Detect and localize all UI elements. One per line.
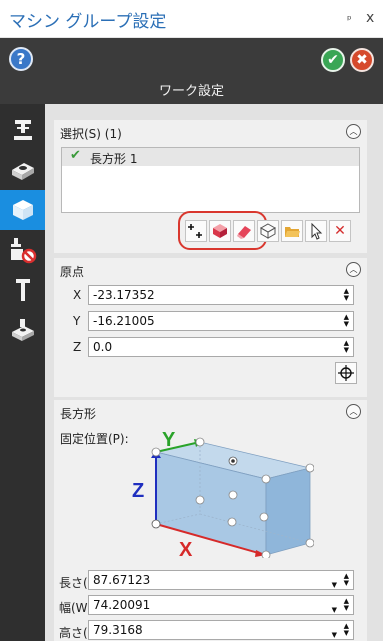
axis-label-x: X	[179, 539, 193, 558]
width-value: 74.20091	[93, 598, 151, 612]
open-folder-button[interactable]	[281, 220, 303, 242]
origin-y-label: Y	[73, 314, 81, 328]
width-field[interactable]: 74.20091 ▼ ▲ ▼	[88, 595, 354, 615]
eraser-icon	[237, 226, 251, 239]
origin-z-value: 0.0	[93, 340, 113, 354]
origin-z-field[interactable]: 0.0 ▲ ▼	[88, 337, 354, 357]
selection-header: 選択(S) (1)	[60, 127, 122, 141]
spinner-icon[interactable]: ▲ ▼	[344, 340, 349, 354]
remove-icon: ✕	[334, 223, 346, 239]
vertical-scrollbar[interactable]	[373, 120, 383, 641]
rail-item-stock[interactable]	[0, 150, 45, 190]
fixed-position-label: 固定位置(P):	[60, 432, 129, 446]
wireframe-box-button[interactable]	[257, 220, 279, 242]
close-icon[interactable]: x	[366, 10, 374, 26]
wireframe-box-icon	[259, 223, 277, 239]
selection-list[interactable]: ✔ 長方形 1	[61, 147, 360, 213]
solid-select-button[interactable]	[209, 220, 231, 242]
length-field[interactable]: 87.67123 ▼ ▲ ▼	[88, 570, 354, 590]
pin-icon[interactable]: ᵖ	[347, 13, 352, 26]
chevron-up-icon[interactable]: ︿	[346, 124, 361, 139]
spinner-icon[interactable]: ▲ ▼	[344, 623, 349, 637]
crosshair-icon	[338, 365, 354, 381]
eraser-button[interactable]	[233, 220, 255, 242]
chevron-down-icon[interactable]: ▼	[332, 576, 337, 594]
origin-x-value: -23.17352	[93, 288, 155, 302]
spinner-icon[interactable]: ▲ ▼	[344, 288, 349, 302]
spinner-icon[interactable]: ▲ ▼	[344, 598, 349, 612]
rectangle-header: 長方形	[60, 407, 97, 421]
rail-item-work-setup[interactable]	[0, 190, 45, 230]
help-icon[interactable]: ?	[9, 47, 33, 71]
length-value: 87.67123	[93, 573, 151, 587]
title-bar: マシン グループ設定 ᵖ x	[0, 0, 383, 38]
origin-y-field[interactable]: -16.21005 ▲ ▼	[88, 311, 354, 331]
cancel-button[interactable]: ✖	[350, 48, 374, 72]
origin-x-field[interactable]: -23.17352 ▲ ▼	[88, 285, 354, 305]
spinner-icon[interactable]: ▲ ▼	[344, 573, 349, 587]
remove-button[interactable]: ✕	[329, 220, 351, 242]
chevron-up-icon[interactable]: ︿	[346, 262, 361, 277]
height-value: 79.3168	[93, 623, 143, 637]
origin-x-label: X	[73, 288, 82, 302]
content-area: 選択(S) (1) ︿ ✔ 長方形 1 ✕ 原点 ︿ X -23.17352 ▲…	[45, 104, 383, 641]
work-setup-dialog: マシン グループ設定 ᵖ x ? ✔ ✖ ワーク設定 選択(S) (1) ︿ ✔…	[0, 0, 383, 641]
tool-settings-icon	[15, 279, 30, 301]
rail-item-machine[interactable]	[0, 110, 45, 150]
pointer-icon	[311, 222, 323, 240]
page-title: ワーク設定	[158, 84, 224, 99]
rectangle-panel: 長方形 ︿ 固定位置(P): Y Z X 長さ(L): 87.67123 ▼ ▲…	[54, 400, 367, 641]
dialog-header: ? ✔ ✖ ワーク設定	[0, 38, 383, 104]
axis-label-z: Z	[132, 480, 144, 502]
axis-label-y: Y	[162, 429, 176, 451]
add-selection-icon	[188, 224, 202, 238]
safety-zone-icon	[10, 238, 36, 264]
left-rail	[0, 104, 45, 641]
selection-panel: 選択(S) (1) ︿ ✔ 長方形 1 ✕	[54, 120, 367, 253]
add-selection-button[interactable]	[185, 220, 207, 242]
list-item[interactable]: ✔ 長方形 1	[62, 148, 359, 166]
chevron-down-icon[interactable]: ▼	[332, 626, 337, 641]
chevron-up-icon[interactable]: ︿	[346, 404, 361, 419]
work-setup-icon	[12, 200, 33, 220]
checkmark-icon: ✔	[70, 148, 81, 163]
pointer-button[interactable]	[305, 220, 327, 242]
origin-y-value: -16.21005	[93, 314, 155, 328]
stock-icon	[11, 163, 34, 180]
spinner-icon[interactable]: ▲ ▼	[344, 314, 349, 328]
height-field[interactable]: 79.3168 ▼ ▲ ▼	[88, 620, 354, 640]
fixture-icon	[11, 319, 34, 341]
origin-panel: 原点 ︿ X -23.17352 ▲ ▼ Y -16.21005 ▲ ▼ Z 0.0…	[54, 258, 367, 397]
ok-button[interactable]: ✔	[321, 48, 345, 72]
origin-header: 原点	[60, 265, 85, 279]
rail-item-safety-zone[interactable]	[0, 230, 45, 270]
list-item-label: 長方形 1	[90, 152, 138, 166]
open-folder-icon	[285, 227, 300, 237]
machine-icon	[13, 120, 32, 140]
rail-item-fixture[interactable]	[0, 310, 45, 350]
rail-item-tool[interactable]	[0, 270, 45, 310]
pick-origin-button[interactable]	[335, 362, 357, 384]
window-title: マシン グループ設定	[9, 12, 167, 32]
fixed-position-diagram[interactable]: Y Z X	[124, 428, 314, 558]
chevron-down-icon[interactable]: ▼	[332, 601, 337, 619]
origin-z-label: Z	[73, 340, 82, 354]
solid-select-icon	[213, 224, 227, 238]
